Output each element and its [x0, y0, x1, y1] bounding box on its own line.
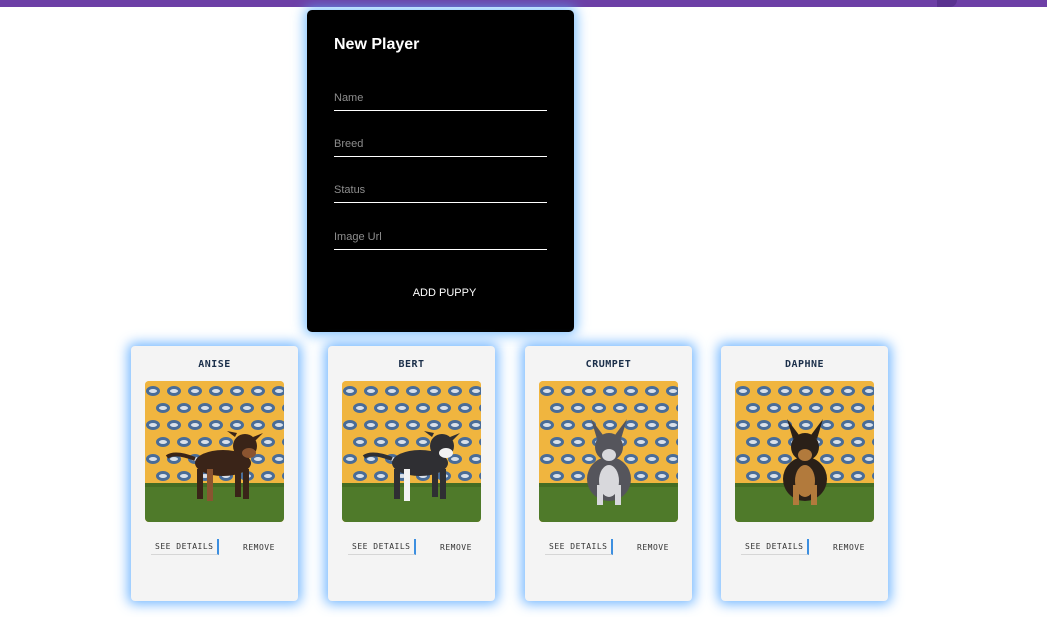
- puppy-card: DAPHNE SEE DETAILS REMOVE: [721, 346, 888, 601]
- puppy-photo[interactable]: [735, 381, 874, 522]
- form-title: New Player: [334, 36, 420, 53]
- puppy-name: DAPHNE: [784, 359, 825, 370]
- top-bar: [0, 0, 1047, 7]
- puppy-name: CRUMPET: [585, 359, 632, 370]
- see-details-button[interactable]: SEE DETAILS: [741, 539, 810, 555]
- puppy-photo[interactable]: [145, 381, 284, 522]
- name-input[interactable]: [334, 86, 547, 111]
- remove-button[interactable]: REMOVE: [829, 539, 869, 555]
- remove-button[interactable]: REMOVE: [239, 539, 279, 555]
- image-url-input[interactable]: [334, 225, 547, 250]
- puppy-card: ANISE SEE DETAILS REMOVE: [131, 346, 298, 601]
- puppy-name: ANISE: [198, 359, 231, 370]
- puppy-card: CRUMPET SEE DETAILS REMOVE: [525, 346, 692, 601]
- add-puppy-button[interactable]: ADD PUPPY: [387, 280, 502, 306]
- see-details-button[interactable]: SEE DETAILS: [545, 539, 614, 555]
- see-details-button[interactable]: SEE DETAILS: [151, 539, 220, 555]
- see-details-button[interactable]: SEE DETAILS: [348, 539, 417, 555]
- status-input[interactable]: [334, 178, 547, 203]
- puppy-photo[interactable]: [539, 381, 678, 522]
- breed-input[interactable]: [334, 132, 547, 157]
- new-player-form: New Player ADD PUPPY: [307, 10, 574, 332]
- remove-button[interactable]: REMOVE: [633, 539, 673, 555]
- puppy-name: BERT: [398, 359, 425, 370]
- puppy-photo[interactable]: [342, 381, 481, 522]
- remove-button[interactable]: REMOVE: [436, 539, 476, 555]
- puppy-card: BERT SEE DETAILS REMOVE: [328, 346, 495, 601]
